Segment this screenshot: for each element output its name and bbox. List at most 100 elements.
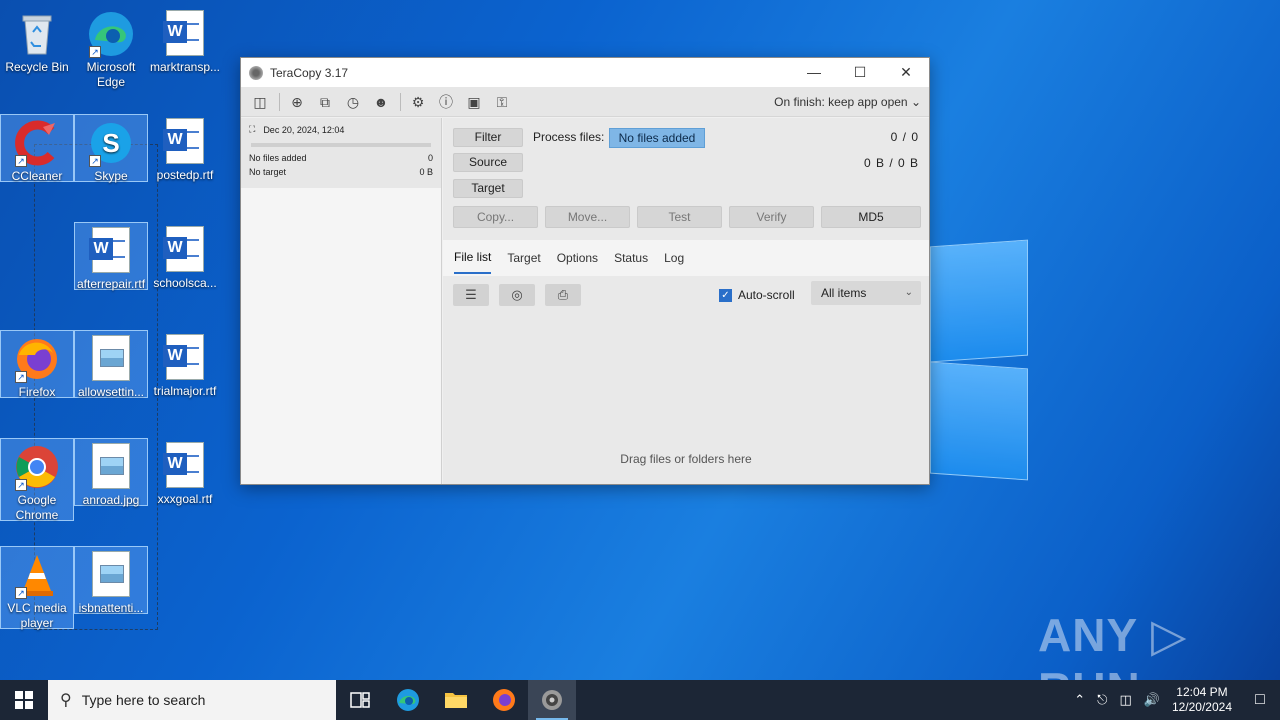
notification-icon[interactable]: □	[1240, 691, 1280, 709]
title-bar[interactable]: TeraCopy 3.17 — ☐ ✕	[241, 58, 929, 87]
desktop-icon-xxxgoal[interactable]: W xxxgoal.rtf	[148, 438, 222, 507]
target-button[interactable]: Target	[453, 179, 523, 198]
device-icon[interactable]: ⎋	[1097, 692, 1107, 708]
autoscroll-checkbox[interactable]: ✓ Auto-scroll	[719, 288, 795, 302]
card-icon[interactable]: ▣	[463, 91, 485, 113]
tab-log[interactable]: Log	[664, 243, 684, 273]
volume-icon[interactable]: 🔊	[1144, 692, 1160, 708]
ccleaner-icon: ↗	[13, 119, 61, 167]
desktop-icon-edge[interactable]: ↗ Microsoft Edge	[74, 6, 148, 90]
desktop-icon-label: Google Chrome	[15, 493, 59, 522]
source-button[interactable]: Source	[453, 153, 523, 172]
on-finish-label: On finish: keep app open	[774, 94, 908, 109]
desktop-icon-vlc[interactable]: ↗ VLC media player	[0, 546, 74, 630]
word-document-icon: W	[161, 226, 209, 274]
image-file-icon	[87, 551, 135, 599]
desktop-icon-postedp[interactable]: W postedp.rtf	[148, 114, 222, 183]
history-icon[interactable]: ◷	[342, 91, 364, 113]
task-view-button[interactable]	[336, 680, 384, 720]
clock[interactable]: 12:04 PM 12/20/2024	[1172, 685, 1232, 715]
close-button[interactable]: ✕	[883, 58, 929, 87]
drop-hint: Drag files or folders here	[620, 452, 752, 466]
edge-icon	[397, 689, 419, 711]
desktop-icon-label: Microsoft Edge	[86, 60, 136, 89]
items-filter-select[interactable]: All items ⌄	[811, 281, 921, 305]
user-icon[interactable]: ☻	[370, 91, 392, 113]
minimize-button[interactable]: —	[791, 58, 837, 87]
edge-icon: ↗	[87, 10, 135, 58]
autoscroll-label: Auto-scroll	[738, 288, 795, 302]
taskbar-firefox[interactable]	[480, 680, 528, 720]
desktop-icon-label: Recycle Bin	[5, 60, 69, 74]
info-icon[interactable]: ⓘ	[435, 91, 457, 113]
job-item[interactable]: ⛶ Dec 20, 2024, 12:04 No files added 0 No…	[241, 118, 441, 188]
firefox-icon	[493, 689, 515, 711]
process-files-badge[interactable]: No files added	[609, 128, 705, 148]
desktop-icon-afterrepair[interactable]: W afterrepair.rtf	[74, 222, 148, 291]
taskbar-search[interactable]: ⚲ Type here to search	[48, 680, 336, 720]
word-document-icon: W	[161, 10, 209, 58]
chevron-down-icon: ⌄	[904, 287, 913, 298]
maximize-button[interactable]: ☐	[837, 58, 883, 87]
network-icon[interactable]: ◫	[1119, 692, 1131, 708]
shortcut-arrow-icon: ↗	[15, 155, 27, 167]
taskbar-file-explorer[interactable]	[432, 680, 480, 720]
copy-icon[interactable]: ⧉	[314, 91, 336, 113]
desktop-icon-marktransp[interactable]: W marktransp...	[148, 6, 222, 75]
taskbar-edge[interactable]	[384, 680, 432, 720]
print-icon[interactable]: ⎙	[545, 284, 581, 306]
teracopy-window: TeraCopy 3.17 — ☐ ✕ ◫ ⊕ ⧉ ◷ ☻ ⚙ ⓘ ▣ ⚿ On…	[240, 57, 930, 485]
desktop-icon-isbnattenti[interactable]: isbnattenti...	[74, 546, 148, 615]
desktop-icon-trialmajor[interactable]: W trialmajor.rtf	[148, 330, 222, 399]
toolbar-separator	[279, 92, 280, 111]
desktop-icon-allowsettin[interactable]: allowsettin...	[74, 330, 148, 399]
fingerprint-icon[interactable]: ◎	[499, 284, 535, 306]
taskbar-teracopy[interactable]	[528, 680, 576, 720]
filter-button[interactable]: Filter	[453, 128, 523, 147]
system-tray: ⌃ ⎋ ◫ 🔊 12:04 PM 12/20/2024 □	[1068, 685, 1280, 715]
tab-options[interactable]: Options	[557, 243, 598, 273]
key-icon[interactable]: ⚿	[491, 91, 513, 113]
test-button[interactable]: Test	[637, 206, 722, 228]
verify-button[interactable]: Verify	[729, 206, 814, 228]
size-count: 0 B / 0 B	[863, 156, 919, 170]
job-files-label: No files added	[249, 153, 307, 163]
list-menu-icon[interactable]: ☰	[453, 284, 489, 306]
on-finish-dropdown[interactable]: On finish: keep app open ⌄	[774, 95, 921, 109]
taskbar: ⚲ Type here to search ⌃ ⎋ ◫ 🔊 12:04 PM 1…	[0, 680, 1280, 720]
wallpaper-pane	[930, 239, 1028, 363]
sidebar-toggle-icon[interactable]: ◫	[249, 91, 271, 113]
tab-target[interactable]: Target	[507, 243, 540, 273]
move-button[interactable]: Move...	[545, 206, 630, 228]
shortcut-arrow-icon: ↗	[15, 371, 27, 383]
desktop-icon-ccleaner[interactable]: ↗ CCleaner	[0, 114, 74, 183]
clock-time: 12:04 PM	[1176, 685, 1228, 699]
md5-button[interactable]: MD5	[821, 206, 921, 228]
windows-logo-icon	[15, 691, 33, 709]
desktop-icon-firefox[interactable]: ↗ Firefox	[0, 330, 74, 399]
desktop-icon-label: trialmajor.rtf	[153, 384, 217, 398]
tab-file-list[interactable]: File list	[454, 242, 492, 274]
desktop-icon-recycle-bin[interactable]: Recycle Bin	[0, 6, 74, 75]
folder-icon	[445, 693, 467, 708]
skype-icon: S ↗	[87, 119, 135, 167]
desktop-icon-chrome[interactable]: ↗ Google Chrome	[0, 438, 74, 522]
tab-status[interactable]: Status	[614, 243, 648, 273]
settings-gear-icon[interactable]: ⚙	[407, 91, 429, 113]
desktop-icon-label: allowsettin...	[77, 385, 145, 399]
add-files-icon[interactable]: ⊕	[286, 91, 308, 113]
start-button[interactable]	[0, 680, 48, 720]
desktop-icon-skype[interactable]: S ↗ Skype	[74, 114, 148, 183]
chevron-up-icon[interactable]: ⌃	[1074, 692, 1085, 708]
desktop-icon-label: afterrepair.rtf	[77, 277, 146, 291]
job-list-panel: ⛶ Dec 20, 2024, 12:04 No files added 0 No…	[241, 118, 442, 484]
wallpaper-pane	[930, 361, 1028, 481]
copy-button[interactable]: Copy...	[453, 206, 538, 228]
job-progress-bar	[251, 143, 431, 147]
job-date: Dec 20, 2024, 12:04	[263, 124, 345, 135]
desktop-icon-schoolsca[interactable]: W schoolsca...	[148, 222, 222, 291]
search-icon: ⚲	[60, 692, 72, 709]
toolbar-separator	[400, 92, 401, 111]
desktop-icon-anroad[interactable]: anroad.jpg	[74, 438, 148, 507]
firefox-icon: ↗	[13, 335, 61, 383]
